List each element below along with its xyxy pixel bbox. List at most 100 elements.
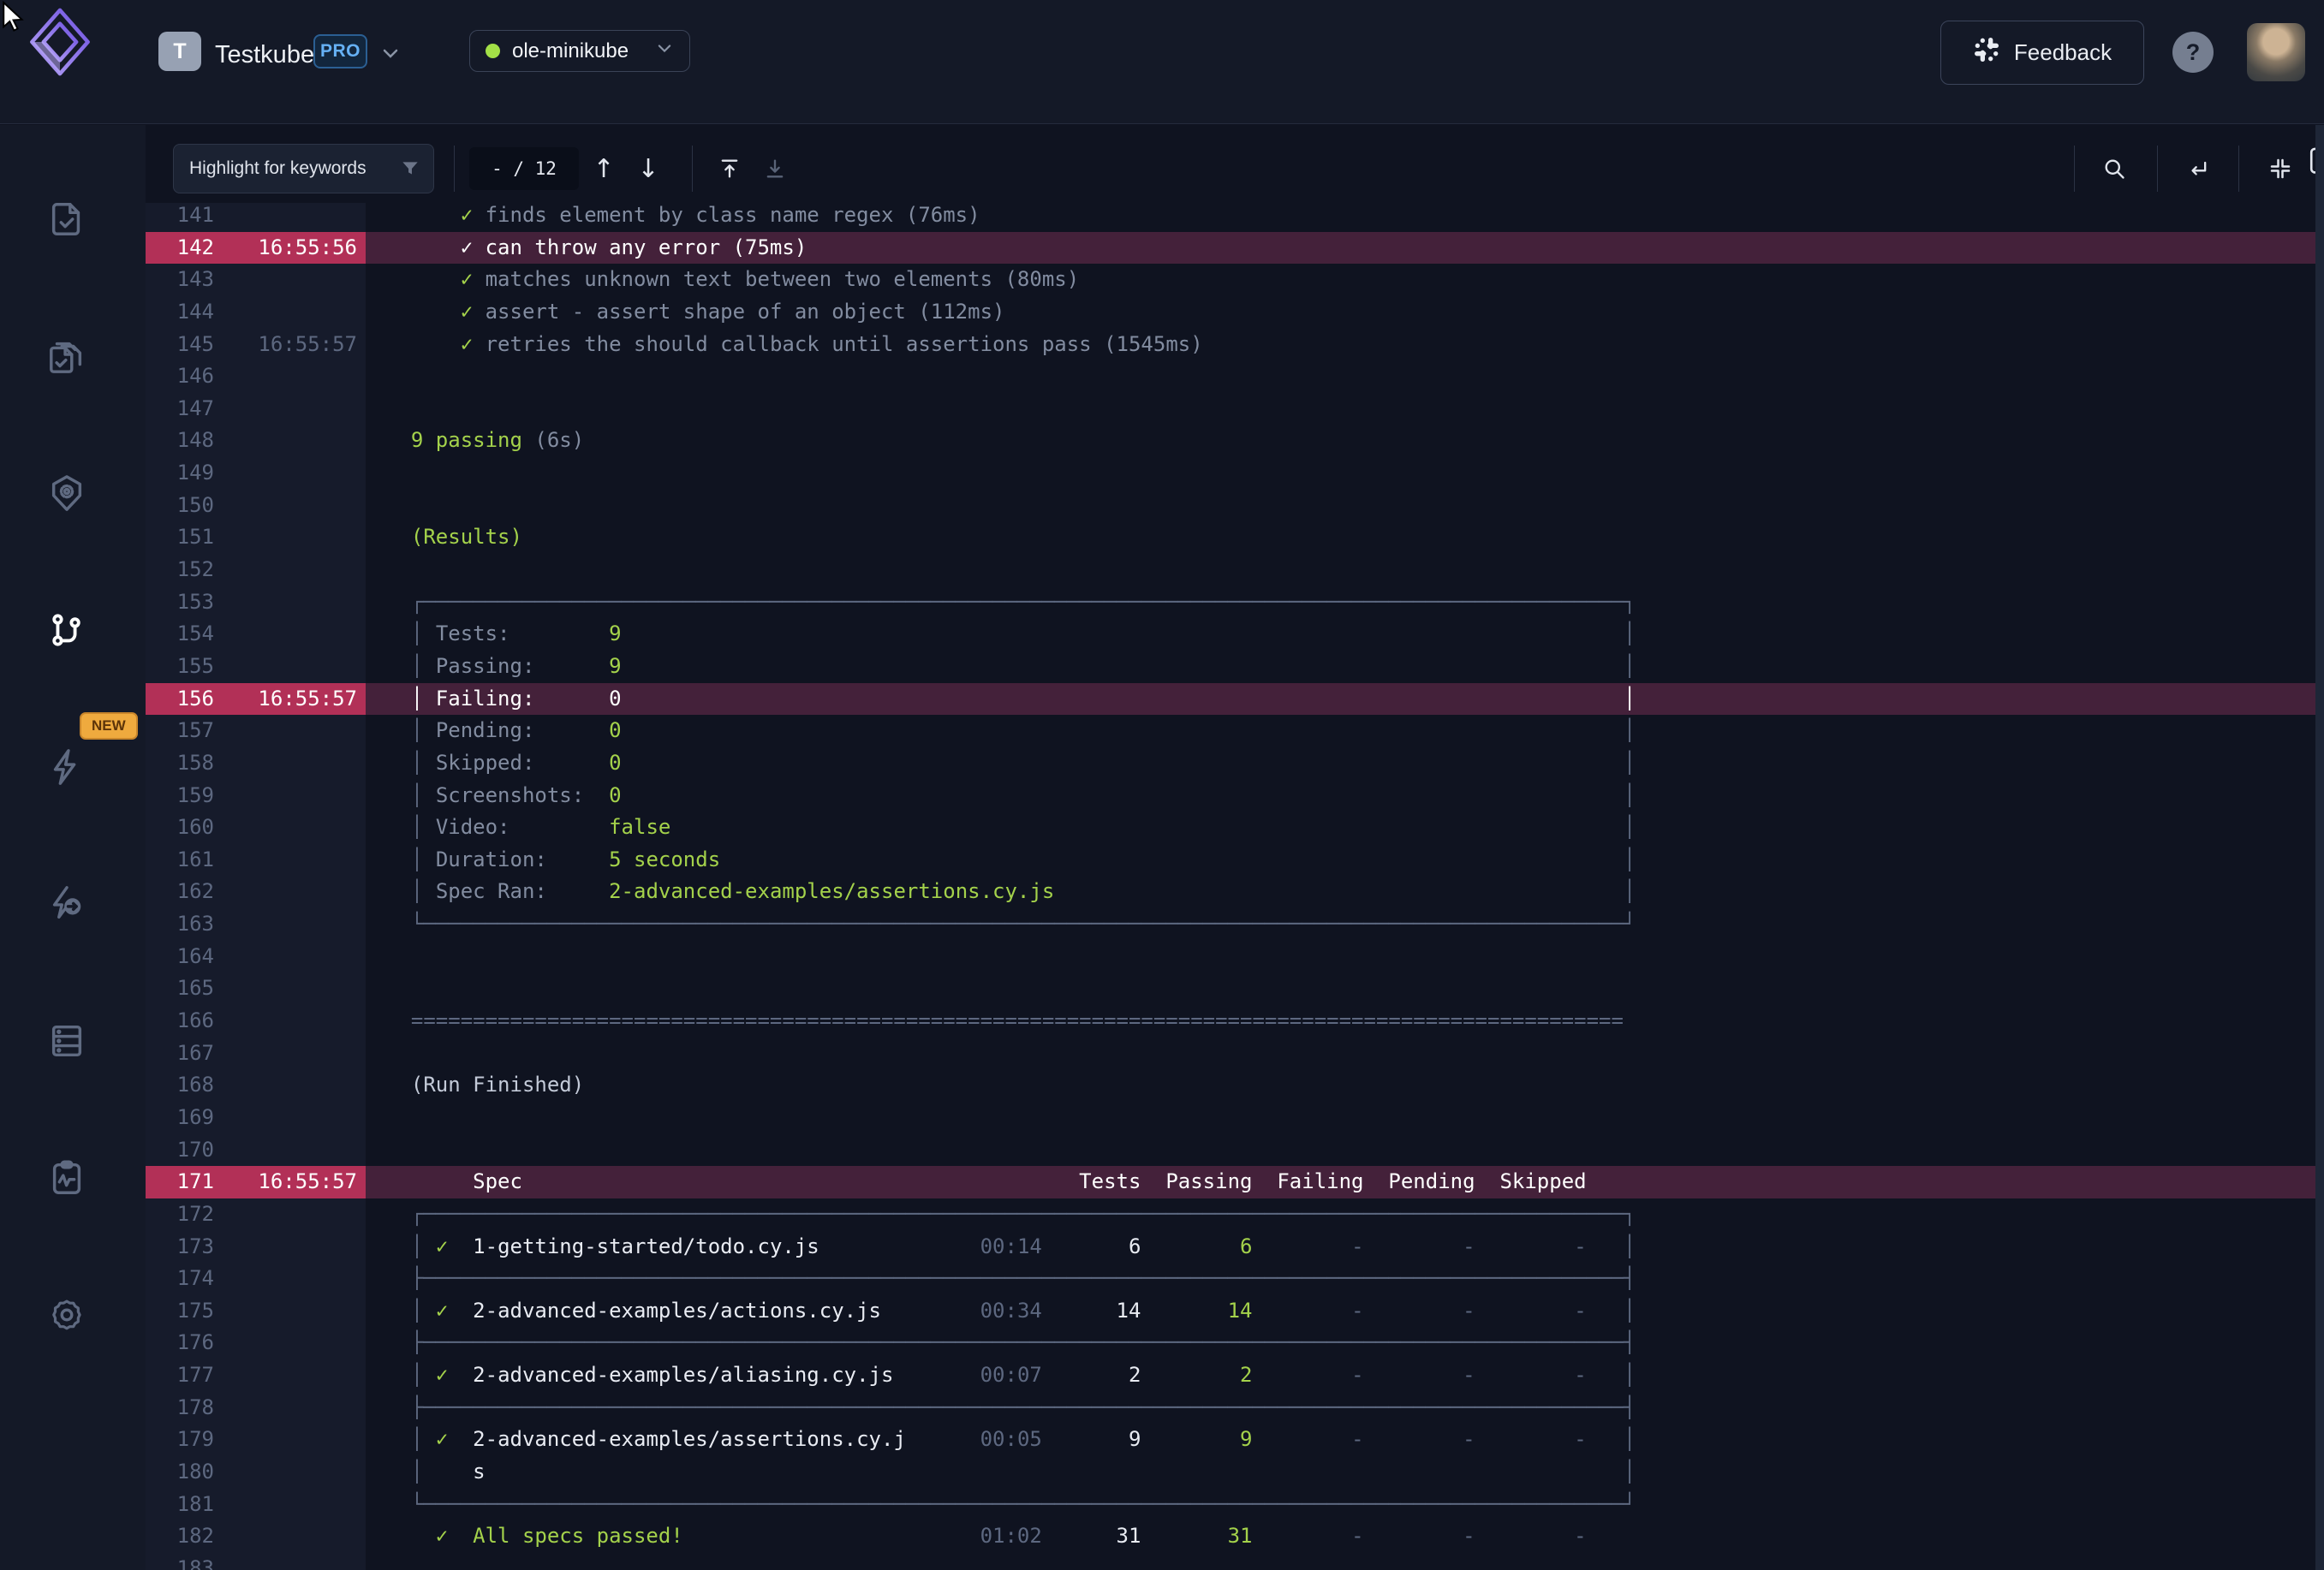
line-number[interactable]: 152	[146, 554, 214, 586]
line-number[interactable]: 173	[146, 1231, 214, 1264]
log-line[interactable]: 155 │ Passing: 9 │	[146, 651, 2324, 683]
previous-match-button[interactable]: ↑	[581, 146, 627, 192]
log-line[interactable]: 180 │ s │	[146, 1456, 2324, 1489]
log-line[interactable]: 178 ├───────────────────────────────────…	[146, 1392, 2324, 1424]
log-line[interactable]: 15616:55:57 │ Failing: 0 │	[146, 683, 2324, 716]
log-line[interactable]: 146	[146, 360, 2324, 393]
log-line[interactable]: 167	[146, 1038, 2324, 1070]
line-number[interactable]: 161	[146, 844, 214, 877]
log-line[interactable]: 168 (Run Finished)	[146, 1069, 2324, 1102]
next-match-button[interactable]: ↓	[625, 146, 671, 192]
log-line[interactable]: 176 ├───────────────────────────────────…	[146, 1327, 2324, 1359]
log-line[interactable]: 14216:55:56 ✓ can throw any error (75ms)	[146, 232, 2324, 265]
log-line[interactable]: 17116:55:57 Spec Tests Passing Failing P…	[146, 1166, 2324, 1198]
log-line[interactable]: 141 ✓ finds element by class name regex …	[146, 199, 2324, 232]
sidebar-item-services[interactable]	[43, 469, 91, 517]
log-line[interactable]: 183	[146, 1553, 2324, 1570]
log-line[interactable]: 172 ┌───────────────────────────────────…	[146, 1198, 2324, 1231]
line-number[interactable]: 163	[146, 908, 214, 941]
keyword-filter-input[interactable]	[173, 144, 434, 193]
line-number[interactable]: 179	[146, 1424, 214, 1456]
search-icon[interactable]	[2091, 146, 2137, 192]
line-number[interactable]: 156	[146, 683, 214, 716]
line-number[interactable]: 142	[146, 232, 214, 265]
log-line[interactable]: 162 │ Spec Ran: 2-advanced-examples/asse…	[146, 876, 2324, 908]
line-number[interactable]: 153	[146, 586, 214, 619]
scroll-to-top-button[interactable]	[706, 146, 753, 192]
log-rows[interactable]: 141 ✓ finds element by class name regex …	[146, 199, 2324, 1570]
line-number[interactable]: 164	[146, 941, 214, 973]
sidebar-item-triggers[interactable]	[43, 743, 91, 791]
log-line[interactable]: 182 ✓ All specs passed! 01:02 31 31 - - …	[146, 1520, 2324, 1553]
log-line[interactable]: 173 │ ✓ 1-getting-started/todo.cy.js 00:…	[146, 1231, 2324, 1264]
log-line[interactable]: 149	[146, 457, 2324, 490]
user-avatar[interactable]	[2247, 23, 2305, 81]
line-number[interactable]: 165	[146, 972, 214, 1005]
feedback-button[interactable]: Feedback	[1940, 21, 2144, 85]
line-number[interactable]: 180	[146, 1456, 214, 1489]
log-line[interactable]: 170	[146, 1134, 2324, 1167]
wrap-text-icon[interactable]	[2175, 146, 2221, 192]
log-line[interactable]: 159 │ Screenshots: 0 │	[146, 780, 2324, 812]
log-line[interactable]: 179 │ ✓ 2-advanced-examples/assertions.c…	[146, 1424, 2324, 1456]
log-line[interactable]: 161 │ Duration: 5 seconds │	[146, 844, 2324, 877]
line-number[interactable]: 162	[146, 876, 214, 908]
log-line[interactable]: 158 │ Skipped: 0 │	[146, 747, 2324, 780]
line-number[interactable]: 145	[146, 329, 214, 361]
log-line[interactable]: 147	[146, 393, 2324, 425]
sidebar-item-test-workflows[interactable]	[43, 606, 91, 654]
sidebar-item-status-pages[interactable]	[43, 1154, 91, 1202]
line-number[interactable]: 147	[146, 393, 214, 425]
testkube-logo-icon[interactable]	[29, 7, 91, 81]
line-number[interactable]: 167	[146, 1038, 214, 1070]
log-line[interactable]: 154 │ Tests: 9 │	[146, 618, 2324, 651]
line-number[interactable]: 178	[146, 1392, 214, 1424]
line-number[interactable]: 144	[146, 296, 214, 329]
log-line[interactable]: 157 │ Pending: 0 │	[146, 715, 2324, 747]
filter-funnel-icon[interactable]	[399, 158, 421, 184]
log-line[interactable]: 166 ====================================…	[146, 1005, 2324, 1038]
log-line[interactable]: 150	[146, 490, 2324, 522]
environment-selector[interactable]: ole-minikube	[469, 30, 690, 72]
log-line[interactable]: 181 └───────────────────────────────────…	[146, 1489, 2324, 1521]
log-line[interactable]: 163 └───────────────────────────────────…	[146, 908, 2324, 941]
line-number[interactable]: 151	[146, 521, 214, 554]
sidebar-item-settings[interactable]	[43, 1291, 91, 1339]
sidebar-item-tests[interactable]	[43, 195, 91, 243]
log-line[interactable]: 160 │ Video: false │	[146, 812, 2324, 844]
line-number[interactable]: 175	[146, 1295, 214, 1328]
line-number[interactable]: 158	[146, 747, 214, 780]
sidebar-item-test-suites[interactable]	[43, 332, 91, 380]
log-line[interactable]: 174 ├───────────────────────────────────…	[146, 1263, 2324, 1295]
line-number[interactable]: 146	[146, 360, 214, 393]
line-number[interactable]: 176	[146, 1327, 214, 1359]
log-line[interactable]: 14516:55:57 ✓ retries the should callbac…	[146, 329, 2324, 361]
log-line[interactable]: 143 ✓ matches unknown text between two e…	[146, 264, 2324, 296]
line-number[interactable]: 143	[146, 264, 214, 296]
collapse-fullscreen-icon[interactable]	[2257, 146, 2303, 192]
log-line[interactable]: 175 │ ✓ 2-advanced-examples/actions.cy.j…	[146, 1295, 2324, 1328]
line-number[interactable]: 160	[146, 812, 214, 844]
line-number[interactable]: 157	[146, 715, 214, 747]
log-line[interactable]: 152	[146, 554, 2324, 586]
line-number[interactable]: 172	[146, 1198, 214, 1231]
line-number[interactable]: 155	[146, 651, 214, 683]
sidebar-item-sources[interactable]	[43, 1017, 91, 1065]
line-number[interactable]: 183	[146, 1553, 214, 1570]
org-chevron-down-icon[interactable]	[380, 47, 401, 65]
line-number[interactable]: 166	[146, 1005, 214, 1038]
log-line[interactable]: 177 │ ✓ 2-advanced-examples/aliasing.cy.…	[146, 1359, 2324, 1392]
line-number[interactable]: 149	[146, 457, 214, 490]
line-number[interactable]: 150	[146, 490, 214, 522]
line-number[interactable]: 169	[146, 1102, 214, 1134]
log-line[interactable]: 165	[146, 972, 2324, 1005]
log-line[interactable]: 153 ┌───────────────────────────────────…	[146, 586, 2324, 619]
line-number[interactable]: 171	[146, 1166, 214, 1198]
line-number[interactable]: 148	[146, 425, 214, 457]
scroll-to-bottom-button[interactable]	[752, 146, 798, 192]
line-number[interactable]: 159	[146, 780, 214, 812]
log-line[interactable]: 148 9 passing (6s)	[146, 425, 2324, 457]
line-number[interactable]: 182	[146, 1520, 214, 1553]
log-line[interactable]: 164	[146, 941, 2324, 973]
log-line[interactable]: 169	[146, 1102, 2324, 1134]
